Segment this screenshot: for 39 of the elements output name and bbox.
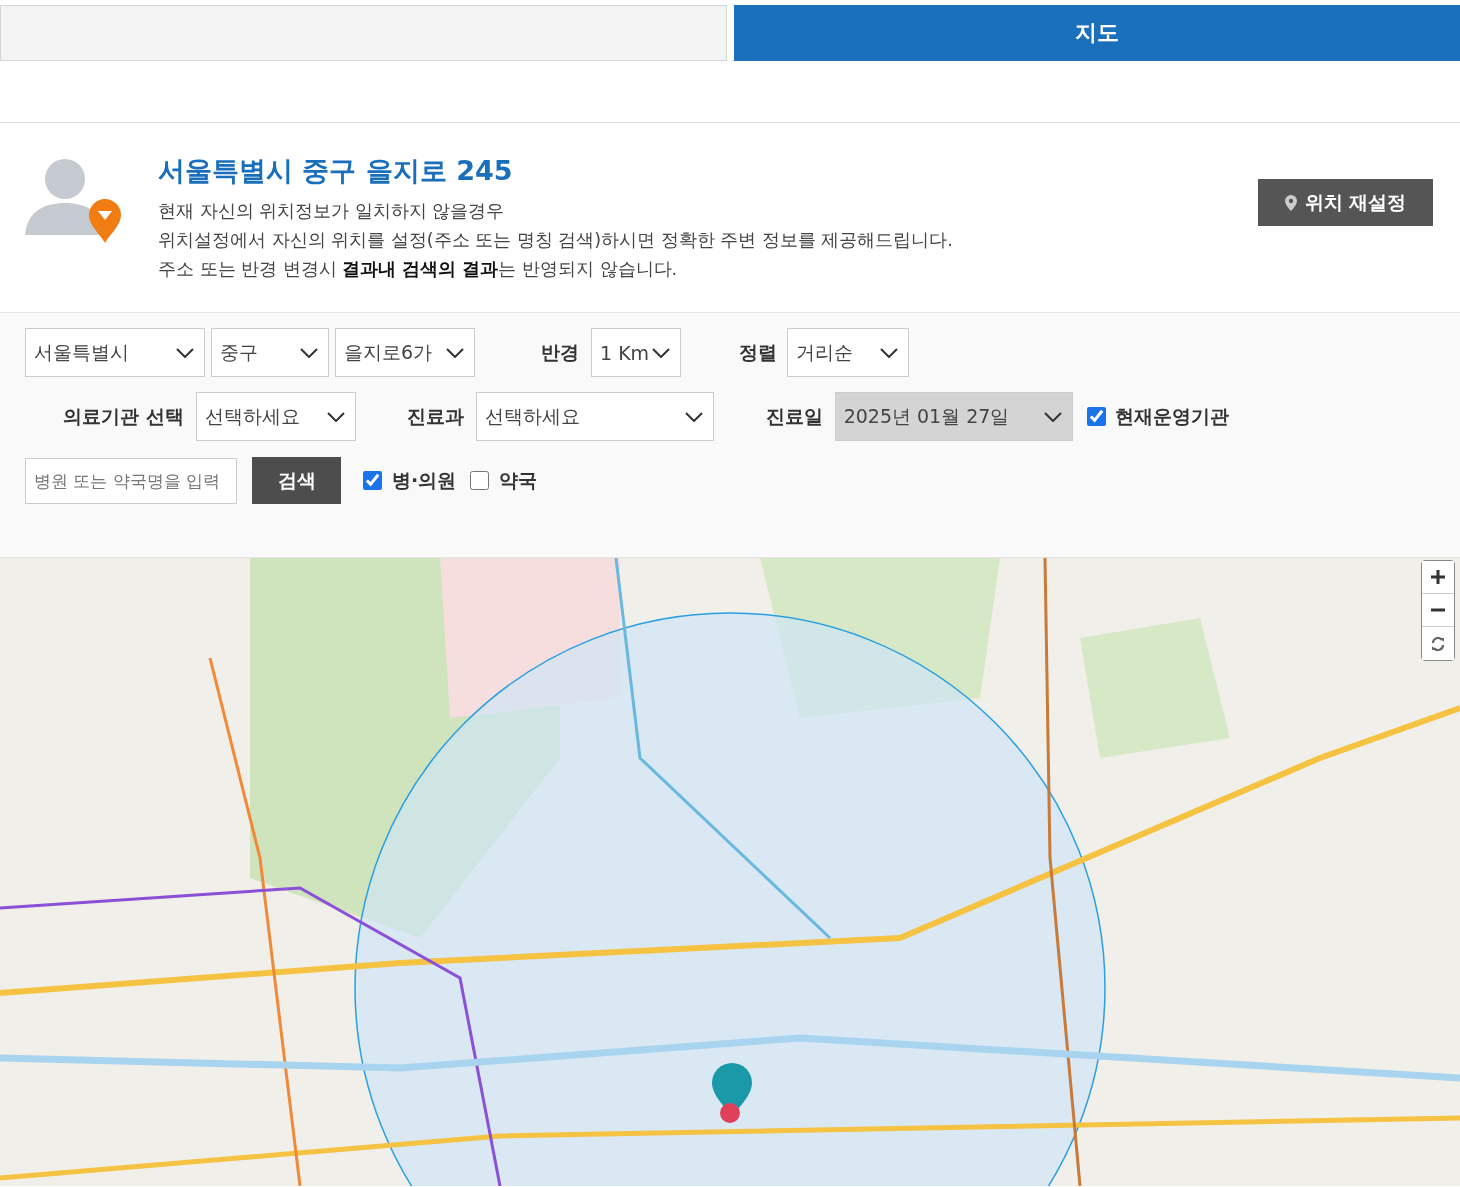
sort-label: 정렬 <box>739 339 777 365</box>
pin-icon <box>1284 194 1297 211</box>
chevron-icon <box>300 347 318 358</box>
chevron-icon <box>326 411 345 422</box>
chevron-icon <box>446 347 464 358</box>
search-button[interactable]: 검색 <box>252 457 341 504</box>
chevron-icon <box>176 347 194 358</box>
open-now-label: 현재운영기관 <box>1114 403 1229 429</box>
department-select[interactable]: 선택하세요 <box>475 392 714 441</box>
zoom-in-button[interactable] <box>1422 561 1454 594</box>
notice-text: 현재 자신의 위치정보가 일치하지 않을경우 <box>158 200 506 223</box>
radius-label: 반경 <box>541 339 579 365</box>
notice-text: 주소 또는 반경 변경시 결과내 검색의 결과는 반영되지 않습니다. <box>158 258 679 281</box>
institution-label: 의료기관 선택 <box>63 403 184 429</box>
type-label: 병·의원 <box>392 467 457 493</box>
region-select[interactable]: 중구 <box>211 328 329 377</box>
notice-text: 위치설정에서 자신의 위치를 설정(주소 또는 명칭 검색)하시면 정확한 주변 정보를 제공해드립니다. <box>158 229 954 252</box>
region-select[interactable]: 서울특별시 <box>25 328 205 377</box>
chevron-icon <box>652 347 670 358</box>
tab[interactable]: 지도 <box>733 5 1460 61</box>
open-now-checkbox[interactable] <box>1086 407 1106 426</box>
address-title: 서울특별시 중구 을지로 245 <box>158 154 514 188</box>
radius-select[interactable]: 1 Km <box>591 328 681 377</box>
chevron-icon <box>880 347 898 358</box>
reset-location-button[interactable]: 위치 재설정 <box>1258 179 1433 226</box>
institution-select[interactable]: 선택하세요 <box>195 392 356 441</box>
chevron-icon <box>1043 411 1062 422</box>
refresh-icon <box>1430 635 1446 652</box>
sort-select[interactable]: 거리순 <box>787 328 909 377</box>
plus-icon <box>1431 570 1445 584</box>
region-select[interactable]: 을지로6가 <box>335 328 475 377</box>
type-checkbox[interactable] <box>363 471 382 490</box>
department-label: 진료과 <box>406 403 464 429</box>
search-field[interactable]: 병원 또는 약국명을 입력 <box>25 457 237 504</box>
type-checkbox[interactable] <box>470 471 490 490</box>
chevron-icon <box>684 411 703 422</box>
minus-icon <box>1431 608 1445 612</box>
date-label: 진료일 <box>765 403 823 429</box>
type-label: 약국 <box>499 467 538 493</box>
